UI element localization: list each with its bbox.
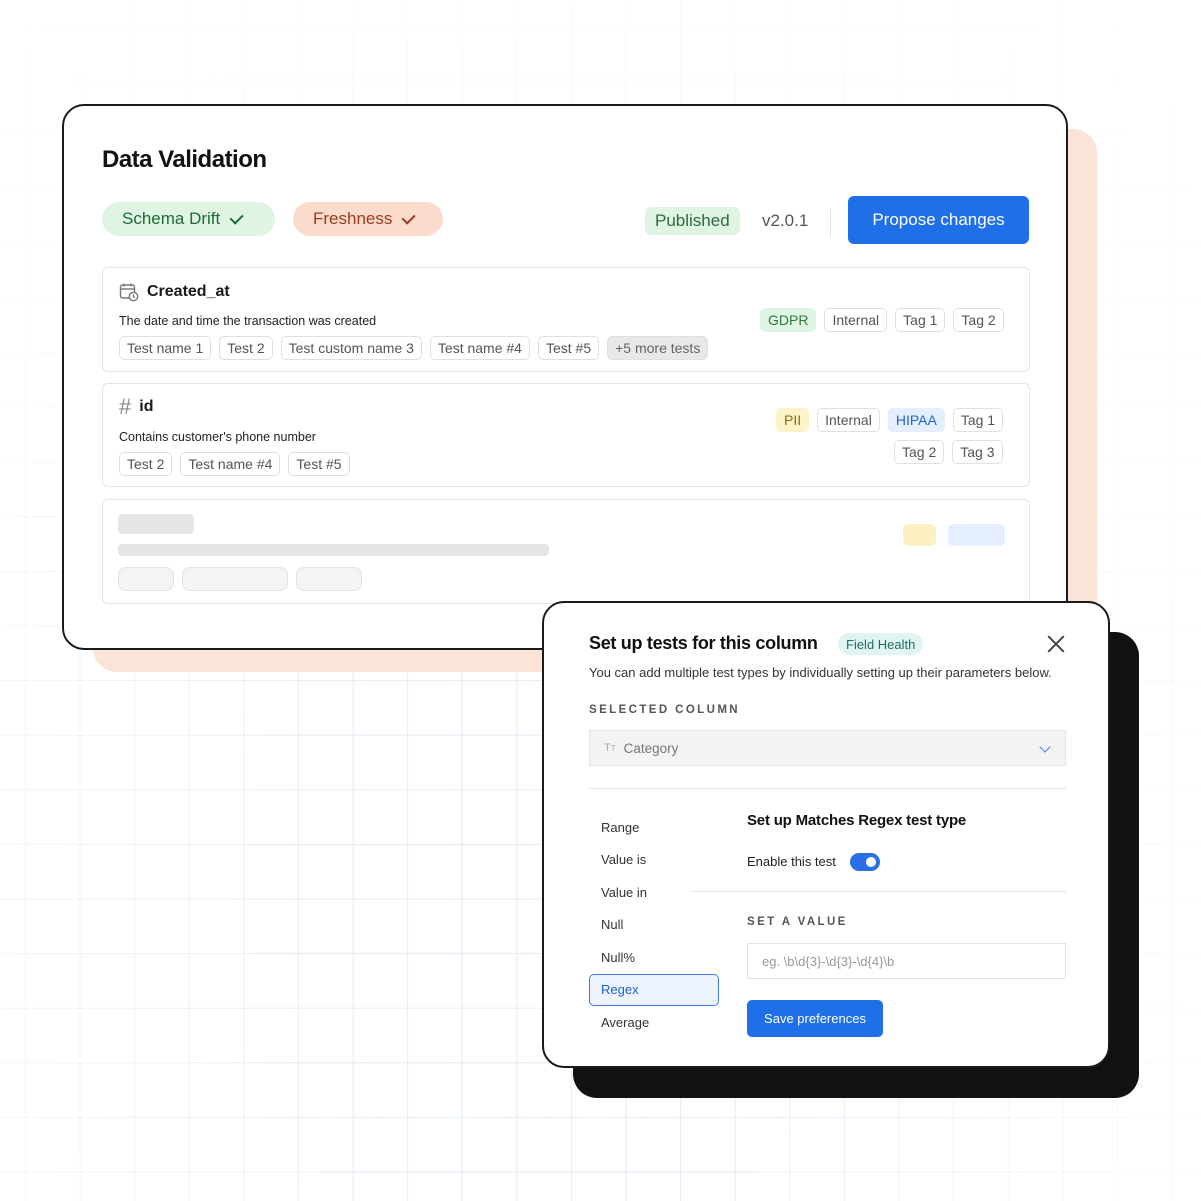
check-icon <box>401 210 417 225</box>
test-type-range[interactable]: Range <box>589 811 719 844</box>
selected-column-value: Category <box>623 740 679 756</box>
tag-list: GDPR Internal Tag 1 Tag 2 <box>760 308 1004 332</box>
more-tests-chip[interactable]: +5 more tests <box>607 336 709 360</box>
text-type-icon: TT <box>604 742 616 754</box>
column-description: The date and time the transaction was cr… <box>119 314 377 328</box>
test-type-value-in[interactable]: Value in <box>589 876 719 909</box>
column-header: # id <box>119 396 153 418</box>
column-row-loading <box>102 499 1030 604</box>
calendar-clock-icon <box>119 283 139 302</box>
regex-value-input[interactable]: eg. \b\d{3}-\d{3}-\d{4}\b <box>747 943 1066 979</box>
field-health-badge: Field Health <box>838 633 924 655</box>
save-preferences-button[interactable]: Save preferences <box>747 1000 883 1037</box>
freshness-label: Freshness <box>313 209 393 228</box>
chevron-down-icon <box>1039 741 1051 753</box>
test-chip[interactable]: Test 2 <box>219 336 273 360</box>
skeleton-description <box>118 544 549 556</box>
propose-changes-button[interactable]: Propose changes <box>848 196 1029 244</box>
test-chip[interactable]: Test #5 <box>537 336 600 360</box>
tag: Internal <box>824 308 888 332</box>
setup-title: Set up Matches Regex test type <box>747 812 967 829</box>
column-select[interactable]: TT Category <box>589 730 1066 766</box>
divider <box>691 891 1066 892</box>
schema-drift-label: Schema Drift <box>122 209 221 228</box>
test-chip[interactable]: Test name #4 <box>429 336 530 360</box>
tag: Tag 1 <box>895 308 946 332</box>
skeleton-chip <box>296 567 362 591</box>
divider <box>589 788 1066 789</box>
test-chip[interactable]: Test custom name 3 <box>280 336 422 360</box>
tag-gdpr: GDPR <box>760 308 817 332</box>
tag: Tag 2 <box>953 308 1004 332</box>
data-validation-card: Data Validation Schema Drift Freshness P… <box>62 104 1068 650</box>
tag-pii: PII <box>776 408 810 432</box>
page-title: Data Validation <box>102 146 267 173</box>
column-row-created-at[interactable]: Created_at The date and time the transac… <box>102 267 1030 372</box>
test-type-list: Range Value is Value in Null Null% Regex… <box>589 811 719 1039</box>
divider <box>830 209 831 237</box>
test-type-average[interactable]: Average <box>589 1006 719 1039</box>
test-chip[interactable]: Test #5 <box>288 452 350 476</box>
tag-list: PII Internal HIPAA Tag 1 <box>776 408 1004 432</box>
skeleton-tag <box>948 524 1005 546</box>
skeleton-chip <box>118 567 174 591</box>
test-chips: Test name 1 Test 2 Test custom name 3 Te… <box>119 336 709 360</box>
hash-icon: # <box>119 394 132 419</box>
column-name: id <box>139 398 154 415</box>
tag: Internal <box>817 408 880 432</box>
schema-drift-pill[interactable]: Schema Drift <box>102 202 275 236</box>
modal-title: Set up tests for this column <box>589 633 818 653</box>
test-type-null-percent[interactable]: Null% <box>589 941 719 974</box>
skeleton-chip <box>182 567 288 591</box>
column-name: Created_at <box>147 283 230 300</box>
column-header: Created_at <box>119 282 230 302</box>
set-value-label: SET A VALUE <box>747 916 848 928</box>
modal-subtitle: You can add multiple test types by indiv… <box>589 665 1052 680</box>
enable-test-label: Enable this test <box>747 854 836 869</box>
setup-tests-modal: Set up tests for this column Field Healt… <box>542 601 1110 1068</box>
enable-test-toggle[interactable] <box>850 853 880 871</box>
close-icon[interactable] <box>1046 634 1066 654</box>
selected-column-label: SELECTED COLUMN <box>589 704 740 716</box>
tag: Tag 2 <box>894 440 945 464</box>
test-chip[interactable]: Test 2 <box>119 452 173 476</box>
column-row-id[interactable]: # id Contains customer's phone number Te… <box>102 383 1030 487</box>
test-type-null[interactable]: Null <box>589 909 719 942</box>
test-type-regex[interactable]: Regex <box>589 973 719 1006</box>
tag: Tag 1 <box>952 408 1004 432</box>
test-chip[interactable]: Test name 1 <box>119 336 212 360</box>
test-chips: Test 2 Test name #4 Test #5 <box>119 452 350 476</box>
tag-hipaa: HIPAA <box>887 408 945 432</box>
column-description: Contains customer's phone number <box>119 430 316 444</box>
check-icon <box>229 210 244 225</box>
skeleton-tag <box>903 524 936 546</box>
version-label: v2.0.1 <box>762 211 809 230</box>
test-chip[interactable]: Test name #4 <box>180 452 281 476</box>
test-type-value-is[interactable]: Value is <box>589 844 719 877</box>
freshness-pill[interactable]: Freshness <box>293 202 443 236</box>
tag: Tag 3 <box>952 440 1003 464</box>
status-badge: Published <box>645 207 740 235</box>
skeleton-title <box>118 514 194 534</box>
tag-list: Tag 2 Tag 3 <box>894 440 1003 464</box>
